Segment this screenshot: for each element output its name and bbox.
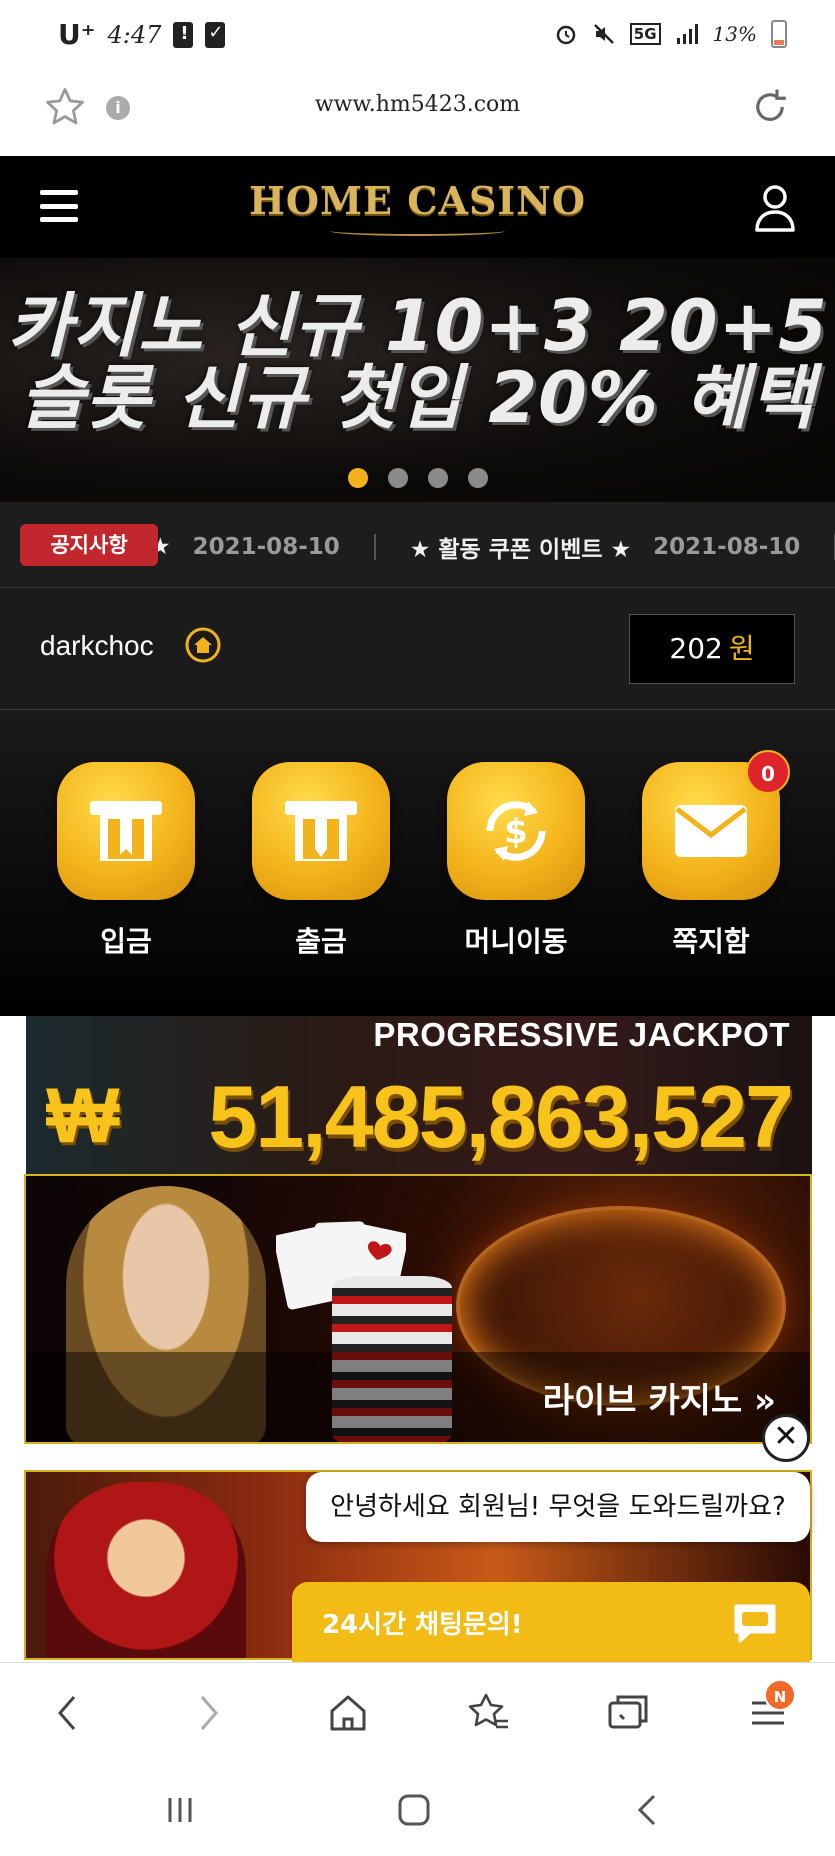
carrier-label: U⁺	[58, 18, 96, 51]
chat-launcher[interactable]: 24시간 채팅문의!	[292, 1582, 810, 1666]
deposit-button[interactable]: 입금	[56, 762, 196, 960]
withdraw-icon	[285, 801, 357, 861]
browser-url-bar: i www.hm5423.com	[0, 70, 835, 156]
carousel-dot[interactable]	[387, 468, 408, 488]
signal-icon	[676, 24, 698, 44]
url-text[interactable]: www.hm5423.com	[0, 92, 835, 117]
reload-icon[interactable]	[749, 86, 791, 128]
money-transfer-icon: $	[486, 801, 546, 861]
browser-toolbar: N	[0, 1662, 835, 1762]
network-type: 5G	[629, 23, 661, 45]
notice-ticker: 공지사항 ★ 2021-08-10 ★ 활동 쿠폰 이벤트 ★ 2021-08-…	[0, 502, 835, 588]
battery-icon	[771, 20, 787, 48]
notice-badge[interactable]: 공지사항	[20, 524, 158, 566]
slot-character-image	[46, 1482, 246, 1658]
messages-label: 쪽지함	[672, 925, 750, 958]
status-right: 5G 13%	[554, 20, 787, 48]
home-icon[interactable]	[322, 1687, 374, 1739]
mute-icon	[593, 24, 614, 44]
carousel-dots	[0, 468, 835, 488]
deposit-label: 입금	[100, 925, 152, 958]
logo-ornament	[330, 226, 505, 236]
user-info-row: darkchoc 202 원	[0, 588, 835, 710]
money-transfer-label: 머니이동	[464, 925, 568, 958]
menu-new-badge: N	[764, 1679, 796, 1711]
banner-headline-2: 슬롯 신규 첫입 20% 혜택	[19, 357, 816, 439]
deposit-icon-wrap[interactable]	[57, 762, 195, 900]
username: darkchoc	[40, 630, 154, 661]
tabs-icon[interactable]	[602, 1687, 654, 1739]
notice-divider	[373, 534, 376, 560]
notice-item[interactable]: ★ 2021-08-10	[150, 534, 340, 560]
site-logo[interactable]: HOME CASINO	[0, 178, 835, 223]
status-bar: U⁺ 4:47 5G 13%	[0, 0, 835, 70]
messages-button[interactable]: 0 쪽지함	[641, 750, 790, 960]
user-profile-icon[interactable]	[753, 182, 797, 232]
quick-menu: 입금 출금 $ 머니이동 0 쪽지함	[0, 710, 835, 1016]
checkbox-notification-icon	[205, 21, 226, 48]
jackpot-title: PROGRESSIVE JACKPOT	[373, 1016, 790, 1053]
chat-bubble-icon	[734, 1604, 776, 1643]
site-header: HOME CASINO	[0, 156, 835, 258]
system-back-icon[interactable]	[624, 1786, 672, 1834]
withdraw-button[interactable]: 출금	[251, 762, 391, 960]
jackpot-currency: ₩	[46, 1071, 120, 1159]
chat-close-button[interactable]: ✕	[762, 1414, 810, 1462]
chat-launcher-label: 24시간 채팅문의!	[322, 1610, 523, 1640]
balance-currency: 원	[728, 632, 755, 665]
notice-title: ★ 활동 쿠폰 이벤트 ★	[409, 537, 632, 563]
back-icon[interactable]	[42, 1687, 94, 1739]
message-count-badge: 0	[746, 750, 790, 794]
alarm-icon	[556, 25, 576, 45]
carousel-dot[interactable]	[347, 468, 368, 488]
balance-amount: 202	[669, 632, 723, 665]
battery-percent: 13%	[712, 22, 757, 46]
forward-icon[interactable]	[182, 1687, 234, 1739]
money-transfer-icon-wrap[interactable]: $	[447, 762, 585, 900]
system-home-icon[interactable]	[390, 1786, 438, 1834]
envelope-icon	[675, 805, 747, 857]
live-casino-link[interactable]: 라이브 카지노 »	[543, 1373, 776, 1422]
svg-text:$: $	[504, 812, 528, 852]
jackpot-amount: 51,485,863,527	[208, 1067, 794, 1166]
alert-icon	[173, 21, 194, 48]
clock: 4:47	[107, 20, 162, 49]
live-casino-card[interactable]: 라이브 카지노 »	[24, 1174, 812, 1444]
withdraw-label: 출금	[295, 925, 347, 958]
carousel-dot[interactable]	[427, 468, 448, 488]
money-transfer-button[interactable]: $ 머니이동	[446, 762, 586, 960]
withdraw-icon-wrap[interactable]	[252, 762, 390, 900]
notice-track: ★ 2021-08-10 ★ 활동 쿠폰 이벤트 ★ 2021-08-10	[150, 530, 835, 564]
messages-icon-wrap[interactable]: 0	[642, 750, 790, 900]
status-left: U⁺ 4:47	[58, 18, 226, 51]
home-level-icon	[185, 627, 221, 663]
deposit-icon	[90, 801, 162, 861]
jackpot-banner: PROGRESSIVE JACKPOT ₩ 51,485,863,527	[26, 1016, 812, 1174]
chat-greeting-bubble[interactable]: 안녕하세요 회원님! 무엇을 도와드릴까요?	[306, 1472, 810, 1542]
notice-date: 2021-08-10	[192, 534, 340, 560]
balance-display: 202 원	[629, 614, 795, 684]
recent-apps-icon[interactable]	[156, 1786, 204, 1834]
notice-item[interactable]: ★ 활동 쿠폰 이벤트 ★ 2021-08-10	[410, 530, 801, 564]
bookmarks-icon[interactable]	[462, 1687, 514, 1739]
carousel-dot[interactable]	[467, 468, 488, 488]
notice-date: 2021-08-10	[653, 534, 801, 560]
promo-banner[interactable]: 카지노 신규 10+3 20+5 슬롯 신규 첫입 20% 혜택	[0, 258, 835, 502]
system-nav-bar	[0, 1762, 835, 1856]
